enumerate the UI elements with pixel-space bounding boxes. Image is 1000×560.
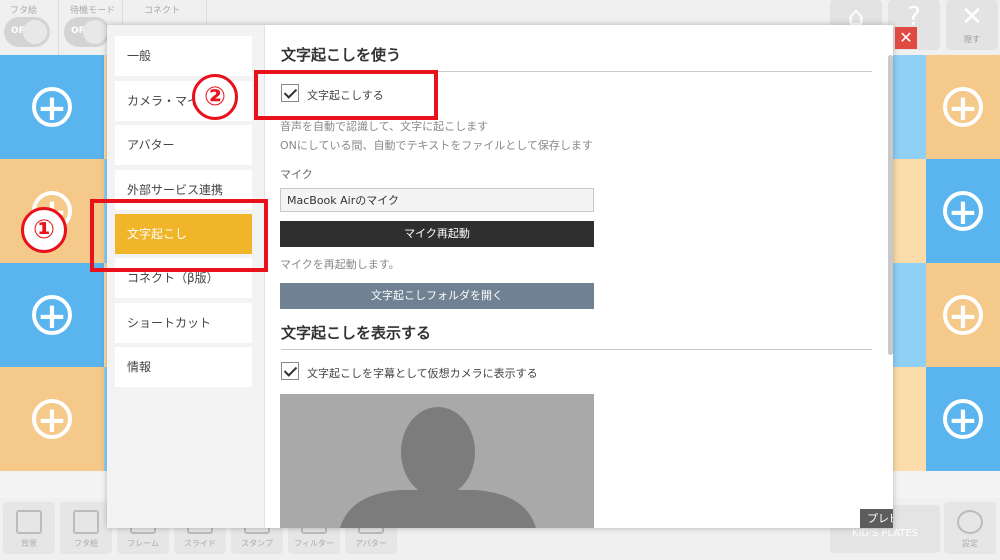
futae-label: フタ絵 xyxy=(10,6,38,16)
transcription-desc-1: 音声を自動で認識して、文字に起こします xyxy=(280,120,489,133)
hide-label: 隠す xyxy=(964,35,980,44)
plus-icon: + xyxy=(943,295,983,335)
button-label: スライド xyxy=(184,539,216,548)
annotation-marker-2: ② xyxy=(192,74,238,120)
plus-icon: + xyxy=(943,191,983,231)
hide-button[interactable]: ✕ 隠す xyxy=(946,0,998,50)
camera-preview xyxy=(280,394,594,528)
standby-label: 待機モード xyxy=(70,6,116,16)
preview-toggle-bar[interactable]: プレビュー˄ xyxy=(860,509,893,528)
plus-icon: + xyxy=(32,399,72,439)
grid-cell[interactable]: + xyxy=(926,55,1000,159)
toggle-knob xyxy=(83,20,107,44)
connect-label: コネクト xyxy=(144,6,181,16)
button-label: スタンプ xyxy=(241,539,273,548)
background-button[interactable]: 背景 xyxy=(3,502,55,554)
annotation-box-2 xyxy=(254,70,438,120)
standby-toggle[interactable]: OFF xyxy=(64,17,110,47)
button-label: アバター xyxy=(355,539,387,548)
section-title-show-transcription: 文字起こしを表示する xyxy=(281,324,432,342)
plus-icon: + xyxy=(32,87,72,127)
mic-select[interactable]: MacBook Airのマイク xyxy=(280,188,594,212)
sidebar-item-avatar[interactable]: アバター xyxy=(115,125,252,165)
annotation-box-1 xyxy=(90,199,268,272)
plus-icon: + xyxy=(32,295,72,335)
futae-icon xyxy=(73,510,99,534)
futae-button[interactable]: フタ絵 xyxy=(60,502,112,554)
section-divider xyxy=(281,349,872,350)
grid-cell[interactable]: + xyxy=(0,263,104,367)
annotation-marker-1: ① xyxy=(21,207,67,253)
plus-icon: + xyxy=(943,87,983,127)
futae-toggle-group: フタ絵 OFF xyxy=(0,0,59,55)
sidebar-item-shortcuts[interactable]: ショートカット xyxy=(115,303,252,343)
grid-cell[interactable]: + xyxy=(926,159,1000,263)
futae-toggle[interactable]: OFF xyxy=(4,17,50,47)
grid-cell[interactable]: + xyxy=(926,263,1000,367)
grid-cell[interactable]: + xyxy=(0,55,104,159)
sidebar-item-info[interactable]: 情報 xyxy=(115,347,252,387)
subtitle-checkbox-label: 文字起こしを字幕として仮想カメラに表示する xyxy=(307,367,538,380)
mic-restart-button[interactable]: マイク再起動 xyxy=(280,221,594,247)
preview-label: プレビュー xyxy=(867,512,893,525)
sidebar-item-general[interactable]: 一般 xyxy=(115,36,252,76)
brand-name: KID'S PLATES xyxy=(851,528,919,539)
button-label: フレーム xyxy=(127,539,159,548)
mic-label: マイク xyxy=(280,168,313,181)
modal-close-button[interactable]: ✕ xyxy=(895,27,917,49)
button-label: 背景 xyxy=(21,539,37,548)
plus-icon: + xyxy=(943,399,983,439)
toggle-knob xyxy=(23,20,47,44)
image-icon xyxy=(16,510,42,534)
button-label: 設定 xyxy=(962,539,978,548)
settings-sidebar: 一般 カメラ・マイク アバター 外部サービス連携 文字起こし コネクト（β版） … xyxy=(107,25,265,528)
settings-button[interactable]: 設定 xyxy=(944,502,996,554)
open-transcription-folder-button[interactable]: 文字起こしフォルダを開く xyxy=(280,283,594,309)
close-icon: ✕ xyxy=(961,2,983,32)
grid-cell[interactable]: + xyxy=(926,367,1000,471)
gear-icon xyxy=(957,510,983,534)
mic-restart-note: マイクを再起動します。 xyxy=(280,258,400,271)
transcription-desc-2: ONにしている間、自動でテキストをファイルとして保存します xyxy=(280,139,593,152)
section-title-use-transcription: 文字起こしを使う xyxy=(281,46,402,64)
subtitle-checkbox[interactable] xyxy=(281,362,299,380)
person-silhouette-icon xyxy=(340,407,536,528)
grid-cell[interactable]: + xyxy=(0,367,104,471)
button-label: フタ絵 xyxy=(74,539,98,548)
button-label: フィルター xyxy=(294,539,334,548)
scrollbar-thumb[interactable] xyxy=(888,55,893,355)
